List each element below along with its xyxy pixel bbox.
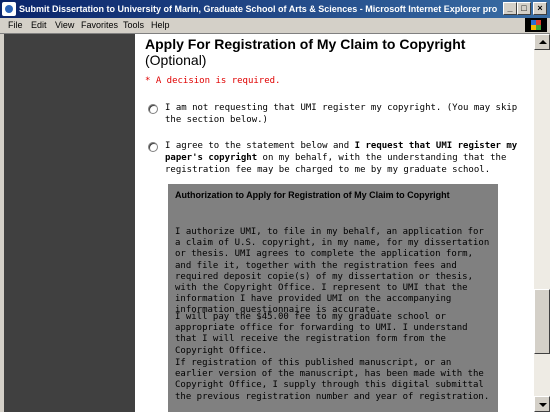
option-no-register-label: I am not requesting that UMI register my… bbox=[165, 103, 518, 125]
authorization-paragraph-2: I will pay the $45.00 fee to my graduate… bbox=[175, 312, 468, 356]
option-register: I agree to the statement below and I req… bbox=[145, 140, 525, 176]
menu-tools[interactable]: Tools bbox=[123, 19, 144, 32]
option-register-label: I agree to the statement below and I req… bbox=[165, 141, 518, 175]
authorization-paragraph-1: I authorize UMI, to file in my behalf, a… bbox=[175, 227, 490, 316]
arrow-down-icon bbox=[539, 403, 547, 407]
title-bar: Submit Dissertation to University of Mar… bbox=[0, 0, 550, 18]
menu-bar: File Edit View Favorites Tools Help bbox=[0, 18, 550, 34]
page-subheading: (Optional) bbox=[145, 52, 207, 68]
maximize-button[interactable]: □ bbox=[517, 2, 531, 15]
page-viewport: Apply For Registration of My Claim to Co… bbox=[0, 34, 550, 412]
menu-edit[interactable]: Edit bbox=[31, 19, 47, 32]
authorization-box: Authorization to Apply for Registration … bbox=[168, 184, 498, 412]
authorization-title: Authorization to Apply for Registration … bbox=[175, 190, 450, 200]
menu-favorites[interactable]: Favorites bbox=[81, 19, 118, 32]
page-sidebar bbox=[4, 34, 135, 412]
menu-view[interactable]: View bbox=[55, 19, 74, 32]
windows-logo-icon bbox=[525, 18, 547, 32]
menu-file[interactable]: File bbox=[8, 19, 23, 32]
window-title: Submit Dissertation to University of Mar… bbox=[19, 4, 497, 14]
scroll-up-button[interactable] bbox=[534, 34, 550, 50]
required-notice: * A decision is required. bbox=[145, 76, 281, 86]
page-heading: Apply For Registration of My Claim to Co… bbox=[145, 36, 466, 52]
option-no-register: I am not requesting that UMI register my… bbox=[145, 102, 525, 126]
scroll-thumb[interactable] bbox=[534, 289, 550, 354]
authorization-paragraph-3: If registration of this published manusc… bbox=[175, 358, 490, 402]
close-button[interactable]: × bbox=[533, 2, 547, 15]
arrow-up-icon bbox=[539, 40, 547, 44]
minimize-button[interactable]: _ bbox=[503, 2, 517, 15]
menu-help[interactable]: Help bbox=[151, 19, 170, 32]
ie-window-icon[interactable] bbox=[2, 2, 16, 16]
scroll-down-button[interactable] bbox=[534, 396, 550, 412]
vertical-scrollbar[interactable] bbox=[534, 34, 550, 412]
radio-register[interactable] bbox=[148, 142, 158, 152]
radio-no-register[interactable] bbox=[148, 104, 158, 114]
